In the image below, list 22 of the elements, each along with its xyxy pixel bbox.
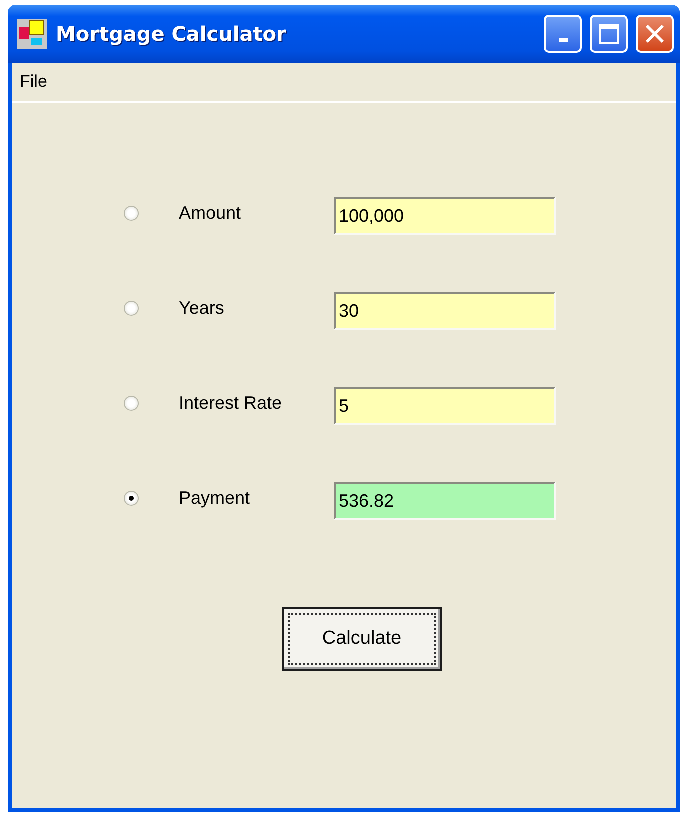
field-label: Interest Rate [179, 392, 284, 414]
maximize-button[interactable] [590, 15, 628, 53]
input-field[interactable]: 30 [334, 292, 556, 330]
close-button[interactable] [636, 15, 674, 53]
field-label: Years [179, 298, 226, 318]
calculate-button[interactable]: Calculate [282, 607, 442, 671]
menu-item[interactable]: File [20, 72, 48, 92]
minimize-icon [558, 38, 568, 42]
radio-button[interactable] [124, 396, 139, 410]
radio-button[interactable] [124, 490, 139, 506]
input-field[interactable]: 100,000 [334, 197, 556, 235]
radio-button[interactable] [124, 300, 139, 316]
app-icon [16, 18, 48, 50]
field-label: Amount [179, 202, 242, 224]
close-icon [644, 23, 666, 45]
maximize-icon [598, 23, 620, 45]
input-field[interactable]: 536.82 [334, 482, 556, 520]
window-title: Mortgage Calculator [56, 22, 288, 46]
field-label: Payment [179, 488, 252, 508]
input-field[interactable]: 5 [334, 387, 556, 425]
minimize-button[interactable] [544, 15, 582, 53]
radio-button[interactable] [124, 206, 139, 220]
